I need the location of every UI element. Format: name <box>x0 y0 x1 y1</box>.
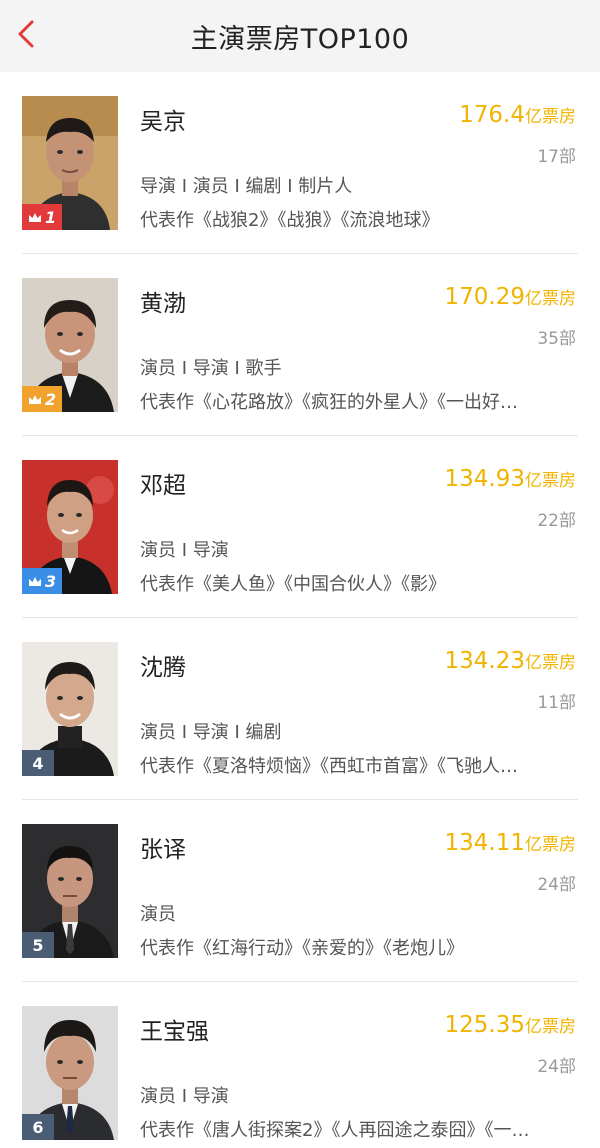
actor-roles: 导演 I 演员 I 编剧 I 制片人 <box>140 176 353 197</box>
film-count: 11部 <box>537 693 576 713</box>
box-office: 134.93亿票房 <box>444 466 576 492</box>
actor-row-2[interactable]: 2 黄渤 170.29亿票房 35部 演员 I 导演 I 歌手 代表作《心花路放… <box>0 254 600 436</box>
actor-roles: 演员 I 导演 <box>140 540 229 561</box>
back-arrow-icon[interactable] <box>10 14 46 54</box>
rank-badge: 1 <box>22 204 63 230</box>
box-office: 125.35亿票房 <box>444 1012 576 1038</box>
actor-name: 王宝强 <box>140 1019 209 1045</box>
representative-works: 代表作《美人鱼》《中国合伙人》《影》 <box>140 574 446 595</box>
film-count: 35部 <box>537 329 576 349</box>
box-office: 170.29亿票房 <box>444 284 576 310</box>
crown-icon <box>29 212 41 222</box>
rank-badge: 6 <box>22 1114 54 1140</box>
box-office: 176.4亿票房 <box>459 102 576 128</box>
app-header: 主演票房TOP100 <box>0 0 600 72</box>
crown-icon <box>29 394 41 404</box>
rank-badge: 3 <box>22 568 63 594</box>
rank-badge: 4 <box>22 750 54 776</box>
actor-name: 黄渤 <box>140 291 186 317</box>
actor-name: 吴京 <box>140 109 186 135</box>
representative-works: 代表作《红海行动》《亲爱的》《老炮儿》 <box>140 938 464 959</box>
film-count: 22部 <box>537 511 576 531</box>
film-count: 24部 <box>537 1057 576 1077</box>
representative-works: 代表作《夏洛特烦恼》《西虹市首富》《飞驰人… <box>140 756 518 777</box>
actor-row-5[interactable]: 5 张译 134.11亿票房 24部 演员 代表作《红海行动》《亲爱的》《老炮儿… <box>0 800 600 982</box>
actor-photo: 3 <box>22 460 118 594</box>
rank-badge: 5 <box>22 932 54 958</box>
actor-roles: 演员 <box>140 904 176 925</box>
rank-badge: 2 <box>22 386 63 412</box>
actor-photo: 5 <box>22 824 118 958</box>
actor-row-1[interactable]: 1 吴京 176.4亿票房 17部 导演 I 演员 I 编剧 I 制片人 代表作… <box>0 72 600 254</box>
box-office: 134.11亿票房 <box>444 830 576 856</box>
actor-row-3[interactable]: 3 邓超 134.93亿票房 22部 演员 I 导演 代表作《美人鱼》《中国合伙… <box>0 436 600 618</box>
film-count: 17部 <box>537 147 576 167</box>
actor-photo: 1 <box>22 96 118 230</box>
representative-works: 代表作《心花路放》《疯狂的外星人》《一出好… <box>140 392 518 413</box>
box-office: 134.23亿票房 <box>444 648 576 674</box>
actor-photo: 4 <box>22 642 118 776</box>
actor-photo: 6 <box>22 1006 118 1140</box>
actor-roles: 演员 I 导演 I 歌手 <box>140 358 282 379</box>
page-title: 主演票房TOP100 <box>190 23 410 55</box>
actor-row-6[interactable]: 6 王宝强 125.35亿票房 24部 演员 I 导演 代表作《唐人街探案2》《… <box>0 982 600 1148</box>
actor-name: 邓超 <box>140 473 186 499</box>
actor-row-4[interactable]: 4 沈腾 134.23亿票房 11部 演员 I 导演 I 编剧 代表作《夏洛特烦… <box>0 618 600 800</box>
representative-works: 代表作《战狼2》《战狼》《流浪地球》 <box>140 210 440 231</box>
film-count: 24部 <box>537 875 576 895</box>
actor-photo: 2 <box>22 278 118 412</box>
actor-roles: 演员 I 导演 I 编剧 <box>140 722 282 743</box>
representative-works: 代表作《唐人街探案2》《人再囧途之泰囧》《一… <box>140 1120 530 1141</box>
actor-roles: 演员 I 导演 <box>140 1086 229 1107</box>
actor-name: 沈腾 <box>140 655 186 681</box>
actor-name: 张译 <box>140 837 186 863</box>
crown-icon <box>29 576 41 586</box>
